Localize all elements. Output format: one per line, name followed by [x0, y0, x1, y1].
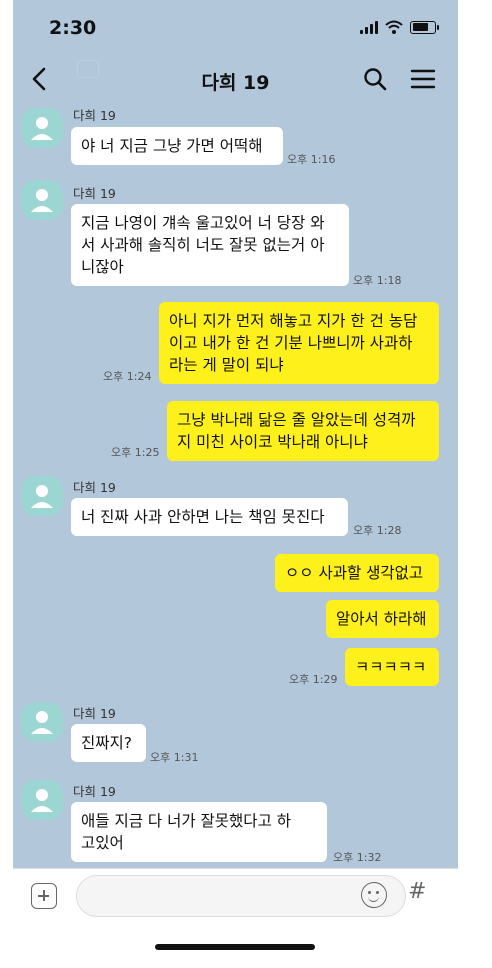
hash-icon[interactable]: #	[408, 879, 426, 904]
sender-name: 다희 19	[73, 706, 116, 721]
battery-icon	[410, 20, 439, 34]
message-time: 오후 1:31	[150, 751, 199, 764]
avatar[interactable]	[21, 780, 63, 820]
message-bubble[interactable]: 너 진짜 사과 안하면 나는 책임 못진다	[71, 498, 348, 536]
status-time: 2:30	[49, 17, 97, 39]
chat-title: 다희 19	[201, 72, 270, 94]
sender-name: 다희 19	[73, 186, 116, 201]
message-bubble[interactable]: 애들 지금 다 너가 잘못했다고 하 고있어	[71, 802, 327, 862]
sender-name: 다희 19	[73, 480, 116, 495]
avatar[interactable]	[21, 476, 63, 516]
wifi-icon	[385, 20, 403, 34]
message-bubble[interactable]: 그냥 박나래 닮은 줄 알았는데 성격까 지 미친 사이코 박나래 아니냐	[167, 401, 439, 461]
status-icons	[360, 20, 439, 34]
menu-icon[interactable]	[410, 67, 436, 91]
message-bubble[interactable]: 지금 나영이 걔속 울고있어 너 당장 와 서 사과해 솔직히 너도 잘못 없는…	[71, 204, 349, 286]
message-input[interactable]	[76, 875, 406, 917]
search-icon[interactable]	[362, 66, 388, 92]
message-bubble[interactable]: 아니 지가 먼저 해놓고 지가 한 건 농담 이고 내가 한 건 기분 나쁘니까…	[159, 302, 439, 384]
message-bubble[interactable]: 알아서 하라해	[326, 600, 439, 638]
avatar[interactable]	[21, 108, 63, 148]
message-time: 오후 1:16	[287, 153, 336, 166]
message-time: 오후 1:24	[103, 370, 152, 383]
message-time: 오후 1:18	[353, 274, 402, 287]
message-bubble[interactable]: ㅇㅇ 사과할 생각없고	[275, 554, 439, 592]
phone-screen: 2:30 다희 19 다희 19 야 너 지금 그냥 가면 어떡해 오후 1:1…	[13, 0, 458, 968]
message-input-bar: #	[13, 868, 458, 924]
signal-icon	[360, 20, 378, 34]
message-bubble[interactable]: ㅋㅋㅋㅋㅋ	[345, 648, 439, 686]
person-icon	[31, 189, 53, 212]
chat-header: 다희 19	[13, 56, 458, 104]
emoji-icon[interactable]	[361, 882, 387, 908]
status-bar: 2:30	[13, 0, 458, 56]
avatar[interactable]	[21, 702, 63, 742]
message-time: 오후 1:28	[353, 524, 402, 537]
chat-area[interactable]: 다희 19 야 너 지금 그냥 가면 어떡해 오후 1:16 다희 19 지금 …	[13, 104, 458, 868]
sender-name: 다희 19	[73, 784, 116, 799]
person-icon	[31, 789, 53, 812]
message-time: 오후 1:32	[333, 851, 382, 864]
message-bubble[interactable]: 진짜지?	[71, 724, 146, 762]
plus-icon[interactable]	[31, 883, 57, 909]
avatar[interactable]	[21, 180, 63, 220]
message-time: 오후 1:25	[111, 446, 160, 459]
home-indicator	[155, 944, 315, 950]
person-icon	[31, 117, 53, 140]
sender-name: 다희 19	[73, 108, 116, 123]
person-icon	[31, 485, 53, 508]
message-bubble[interactable]: 야 너 지금 그냥 가면 어떡해	[71, 127, 283, 165]
person-icon	[31, 711, 53, 734]
message-time: 오후 1:29	[289, 673, 338, 686]
